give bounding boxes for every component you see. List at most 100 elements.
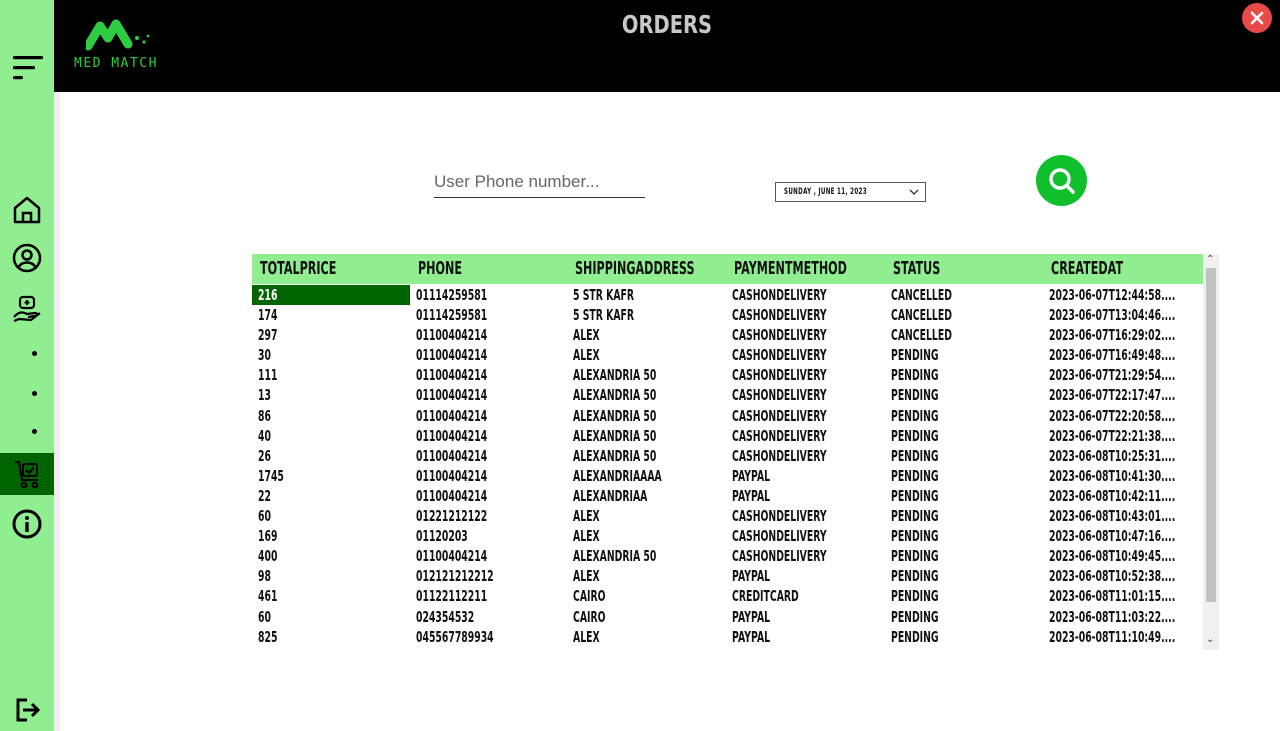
table-cell-totalprice[interactable]: 22 bbox=[252, 486, 410, 506]
table-cell-paymentmethod[interactable]: PAYPAL bbox=[732, 486, 890, 506]
table-cell-status[interactable]: PENDING bbox=[891, 385, 1048, 405]
table-cell-shippingaddress[interactable]: ALEX bbox=[573, 566, 731, 586]
table-row[interactable]: 60 024354532 CAIRO PAYPAL PENDING 2023-06-08T… bbox=[252, 607, 1203, 627]
table-cell-phone[interactable]: 01120203 bbox=[416, 526, 572, 546]
column-header-paymentmethod[interactable]: PAYMENTMETHOD bbox=[734, 254, 916, 284]
table-cell-shippingaddress[interactable]: 5 STR KAFR bbox=[573, 285, 731, 305]
table-cell-totalprice[interactable]: 169 bbox=[252, 526, 410, 546]
nav-dot-2[interactable] bbox=[32, 391, 37, 396]
table-cell-shippingaddress[interactable]: ALEX bbox=[573, 325, 731, 345]
table-cell-status[interactable]: PENDING bbox=[891, 426, 1048, 446]
table-cell-totalprice[interactable]: 26 bbox=[252, 446, 410, 466]
table-cell-createdat[interactable]: 2023-06-07T22:21:38.... bbox=[1049, 426, 1199, 446]
table-cell-shippingaddress[interactable]: ALEXANDRIA 50 bbox=[573, 365, 731, 385]
table-cell-totalprice[interactable]: 60 bbox=[252, 506, 410, 526]
table-row[interactable]: 297 01100404214 ALEX CASHONDELIVERY CANCELLE… bbox=[252, 325, 1203, 345]
table-row[interactable]: 174 01114259581 5 STR KAFR CASHONDELIVERY CA… bbox=[252, 305, 1203, 325]
table-cell-createdat[interactable]: 2023-06-07T16:49:48.... bbox=[1049, 345, 1199, 365]
menu-button[interactable] bbox=[0, 48, 54, 88]
table-cell-phone[interactable]: 01100404214 bbox=[416, 486, 572, 506]
table-cell-paymentmethod[interactable]: PAYPAL bbox=[732, 466, 890, 486]
table-cell-totalprice[interactable]: 216 bbox=[252, 285, 410, 305]
table-cell-shippingaddress[interactable]: ALEX bbox=[573, 345, 731, 365]
table-row[interactable]: 22 01100404214 ALEXANDRIAA PAYPAL PENDING 202… bbox=[252, 486, 1203, 506]
close-button[interactable] bbox=[1242, 3, 1272, 33]
nav-info[interactable] bbox=[0, 505, 54, 543]
table-cell-paymentmethod[interactable]: CASHONDELIVERY bbox=[732, 285, 890, 305]
table-cell-paymentmethod[interactable]: PAYPAL bbox=[732, 566, 890, 586]
table-cell-status[interactable]: PENDING bbox=[891, 365, 1048, 385]
table-cell-totalprice[interactable]: 30 bbox=[252, 345, 410, 365]
table-cell-phone[interactable]: 045567789934 bbox=[416, 627, 572, 647]
table-cell-phone[interactable]: 01114259581 bbox=[416, 305, 572, 325]
logout-button[interactable] bbox=[0, 690, 54, 730]
table-cell-createdat[interactable]: 2023-06-08T10:25:31.... bbox=[1049, 446, 1199, 466]
table-cell-totalprice[interactable]: 297 bbox=[252, 325, 410, 345]
table-cell-totalprice[interactable]: 174 bbox=[252, 305, 410, 325]
table-cell-status[interactable]: PENDING bbox=[891, 627, 1048, 647]
table-cell-status[interactable]: PENDING bbox=[891, 586, 1048, 606]
table-row[interactable]: 216 01114259581 5 STR KAFR CASHONDELIVERY CA… bbox=[252, 285, 1203, 305]
table-cell-phone[interactable]: 01114259581 bbox=[416, 285, 572, 305]
table-scrollbar[interactable]: ⌃ ⌄ bbox=[1203, 254, 1219, 650]
table-cell-status[interactable]: CANCELLED bbox=[891, 305, 1048, 325]
table-cell-phone[interactable]: 01100404214 bbox=[416, 385, 572, 405]
date-picker[interactable]: SUNDAY , JUNE 11, 2023 bbox=[775, 182, 926, 202]
table-cell-shippingaddress[interactable]: ALEX bbox=[573, 526, 731, 546]
table-cell-status[interactable]: PENDING bbox=[891, 486, 1048, 506]
table-cell-createdat[interactable]: 2023-06-08T11:10:49.... bbox=[1049, 627, 1199, 647]
table-cell-shippingaddress[interactable]: CAIRO bbox=[573, 586, 731, 606]
table-cell-totalprice[interactable]: 461 bbox=[252, 586, 410, 606]
table-cell-shippingaddress[interactable]: 5 STR KAFR bbox=[573, 305, 731, 325]
table-cell-shippingaddress[interactable]: ALEX bbox=[573, 627, 731, 647]
table-cell-phone[interactable]: 01100404214 bbox=[416, 446, 572, 466]
table-cell-createdat[interactable]: 2023-06-07T13:04:46.... bbox=[1049, 305, 1199, 325]
table-cell-totalprice[interactable]: 60 bbox=[252, 607, 410, 627]
table-cell-status[interactable]: PENDING bbox=[891, 446, 1048, 466]
table-cell-phone[interactable]: 01122112211 bbox=[416, 586, 572, 606]
table-cell-status[interactable]: CANCELLED bbox=[891, 285, 1048, 305]
scroll-thumb[interactable] bbox=[1206, 268, 1216, 602]
table-cell-createdat[interactable]: 2023-06-07T12:44:58.... bbox=[1049, 285, 1199, 305]
table-cell-paymentmethod[interactable]: CASHONDELIVERY bbox=[732, 426, 890, 446]
column-header-status[interactable]: STATUS bbox=[893, 254, 969, 284]
table-cell-totalprice[interactable]: 13 bbox=[252, 385, 410, 405]
table-cell-status[interactable]: PENDING bbox=[891, 345, 1048, 365]
table-cell-createdat[interactable]: 2023-06-08T10:52:38.... bbox=[1049, 566, 1199, 586]
table-cell-shippingaddress[interactable]: ALEX bbox=[573, 506, 731, 526]
scroll-up-icon[interactable]: ⌃ bbox=[1206, 254, 1214, 265]
table-cell-paymentmethod[interactable]: CASHONDELIVERY bbox=[732, 526, 890, 546]
nav-dot-1[interactable] bbox=[32, 351, 37, 356]
table-cell-paymentmethod[interactable]: CASHONDELIVERY bbox=[732, 325, 890, 345]
table-cell-paymentmethod[interactable]: CASHONDELIVERY bbox=[732, 406, 890, 426]
table-cell-status[interactable]: PENDING bbox=[891, 406, 1048, 426]
table-cell-status[interactable]: PENDING bbox=[891, 526, 1048, 546]
nav-profile[interactable] bbox=[0, 239, 54, 277]
table-cell-status[interactable]: CANCELLED bbox=[891, 325, 1048, 345]
table-cell-shippingaddress[interactable]: ALEXANDRIA 50 bbox=[573, 446, 731, 466]
table-cell-createdat[interactable]: 2023-06-07T22:17:47.... bbox=[1049, 385, 1199, 405]
table-cell-totalprice[interactable]: 98 bbox=[252, 566, 410, 586]
table-cell-createdat[interactable]: 2023-06-08T10:43:01.... bbox=[1049, 506, 1199, 526]
table-cell-totalprice[interactable]: 111 bbox=[252, 365, 410, 385]
nav-home[interactable] bbox=[0, 191, 54, 229]
column-header-totalprice[interactable]: TOTALPRICE bbox=[260, 254, 383, 284]
table-row[interactable]: 60 01221212122 ALEX CASHONDELIVERY PENDING 20… bbox=[252, 506, 1203, 526]
table-cell-paymentmethod[interactable]: CASHONDELIVERY bbox=[732, 446, 890, 466]
table-cell-phone[interactable]: 024354532 bbox=[416, 607, 572, 627]
table-row[interactable]: 400 01100404214 ALEXANDRIA 50 CASHONDELIVER… bbox=[252, 546, 1203, 566]
search-button[interactable] bbox=[1036, 155, 1087, 206]
phone-search-input[interactable] bbox=[434, 166, 645, 198]
table-cell-phone[interactable]: 01100404214 bbox=[416, 325, 572, 345]
table-cell-shippingaddress[interactable]: ALEXANDRIAAAA bbox=[573, 466, 731, 486]
table-cell-phone[interactable]: 01221212122 bbox=[416, 506, 572, 526]
table-cell-paymentmethod[interactable]: CASHONDELIVERY bbox=[732, 345, 890, 365]
table-cell-createdat[interactable]: 2023-06-07T22:20:58.... bbox=[1049, 406, 1199, 426]
table-cell-createdat[interactable]: 2023-06-08T11:03:22.... bbox=[1049, 607, 1199, 627]
table-cell-paymentmethod[interactable]: CASHONDELIVERY bbox=[732, 365, 890, 385]
table-cell-shippingaddress[interactable]: ALEXANDRIA 50 bbox=[573, 426, 731, 446]
table-cell-phone[interactable]: 01100404214 bbox=[416, 546, 572, 566]
column-header-createdat[interactable]: CREATEDAT bbox=[1051, 254, 1167, 284]
table-row[interactable]: 1745 01100404214 ALEXANDRIAAAA PAYPAL PENDIN… bbox=[252, 466, 1203, 486]
table-cell-createdat[interactable]: 2023-06-08T10:42:11.... bbox=[1049, 486, 1199, 506]
